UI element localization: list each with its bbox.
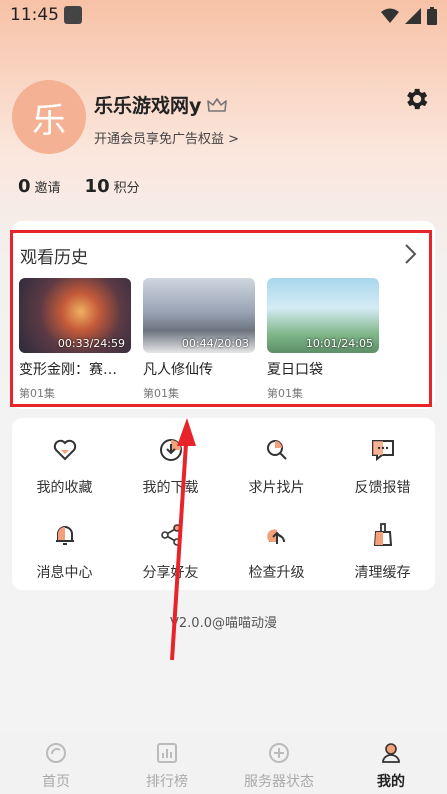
tab-home[interactable]: 首页 <box>11 742 101 791</box>
stat-label: 积分 <box>113 181 140 196</box>
history-item-name: 变形金刚：赛… <box>19 362 117 378</box>
menu-label: 消息中心 <box>36 565 93 581</box>
home-icon <box>46 743 66 763</box>
history-item-episode: 第01集 <box>143 387 179 400</box>
menu-item-messages[interactable]: 消息中心 <box>12 522 117 582</box>
tab-label: 我的 <box>377 774 405 790</box>
history-item-episode: 第01集 <box>267 387 303 400</box>
version-text: V2.0.0@喵喵动漫 <box>170 616 277 631</box>
gear-icon[interactable] <box>402 85 430 113</box>
upgrade-icon <box>266 529 285 544</box>
crown-icon <box>207 97 228 112</box>
menu-label: 求片找片 <box>248 480 305 496</box>
tab-label: 首页 <box>42 774 70 790</box>
tab-server-status[interactable]: 服务器状态 <box>234 742 324 791</box>
progress-time: 10:01/24:05 <box>305 337 373 350</box>
tab-mine[interactable]: 我的 <box>346 742 436 791</box>
username[interactable]: 乐乐游戏网y <box>94 91 228 118</box>
history-item[interactable]: 10:01/24:05 夏日口袋 第01集 <box>267 278 379 401</box>
status-bar: 11:45 <box>0 0 447 32</box>
app-notification-icon <box>64 6 82 24</box>
stat-label: 邀请 <box>34 181 61 196</box>
download-icon <box>159 439 182 461</box>
menu-item-downloads[interactable]: 我的下载 <box>118 437 223 497</box>
feedback-icon <box>371 440 394 462</box>
menu-label: 反馈报错 <box>354 480 411 496</box>
stat-value: 0 <box>18 176 31 197</box>
history-title[interactable]: 观看历史 <box>20 243 88 268</box>
signal-icon <box>405 8 421 24</box>
bell-icon <box>55 526 74 545</box>
history-item-name: 夏日口袋 <box>267 362 323 378</box>
stat-value: 10 <box>84 176 110 197</box>
menu-item-request[interactable]: 求片找片 <box>224 437 329 497</box>
menu-item-clear-cache[interactable]: 清理缓存 <box>330 522 435 582</box>
history-item-name: 凡人修仙传 <box>143 362 213 378</box>
wifi-icon <box>381 8 399 23</box>
chart-icon <box>157 743 177 763</box>
menu-item-feedback[interactable]: 反馈报错 <box>330 437 435 497</box>
menu-label: 检查升级 <box>248 565 305 581</box>
status-icons <box>381 7 437 25</box>
menu-item-share[interactable]: 分享好友 <box>118 522 223 582</box>
server-icon <box>269 743 289 763</box>
menu-label: 我的收藏 <box>36 480 93 496</box>
history-item-episode: 第01集 <box>19 387 55 400</box>
progress-time: 00:44/20:03 <box>181 337 249 350</box>
vip-promo-link[interactable]: 开通会员享免广告权益 > <box>94 128 239 147</box>
history-thumbnail: 10:01/24:05 <box>267 278 379 353</box>
history-item[interactable]: 00:44/20:03 凡人修仙传 第01集 <box>143 278 255 401</box>
search-icon <box>266 440 287 460</box>
chevron-right-icon[interactable] <box>401 243 419 265</box>
battery-icon <box>427 7 437 25</box>
status-time: 11:45 <box>10 5 59 25</box>
stat-invites[interactable]: 0 邀请 <box>18 176 61 197</box>
menu-item-upgrade[interactable]: 检查升级 <box>224 522 329 582</box>
avatar[interactable]: 乐 <box>12 80 86 154</box>
menu-label: 分享好友 <box>142 565 199 581</box>
menu-item-favorites[interactable]: 我的收藏 <box>12 437 117 497</box>
heart-icon <box>53 439 76 461</box>
share-icon <box>160 524 181 546</box>
username-text: 乐乐游戏网y <box>94 95 202 117</box>
history-thumbnail: 00:44/20:03 <box>143 278 255 353</box>
menu-label: 我的下载 <box>142 480 199 496</box>
stat-points[interactable]: 10 积分 <box>85 176 140 197</box>
profile-icon <box>382 743 400 763</box>
broom-icon <box>373 523 392 546</box>
progress-time: 00:33/24:59 <box>57 337 125 350</box>
tab-label: 服务器状态 <box>244 774 314 790</box>
tab-label: 排行榜 <box>146 774 188 790</box>
menu-label: 清理缓存 <box>354 565 411 581</box>
tab-ranking[interactable]: 排行榜 <box>122 742 212 791</box>
user-stats: 0 邀请 10 积分 <box>18 176 164 197</box>
history-item[interactable]: 00:33/24:59 变形金刚：赛… 第01集 <box>19 278 131 401</box>
history-thumbnail: 00:33/24:59 <box>19 278 131 353</box>
